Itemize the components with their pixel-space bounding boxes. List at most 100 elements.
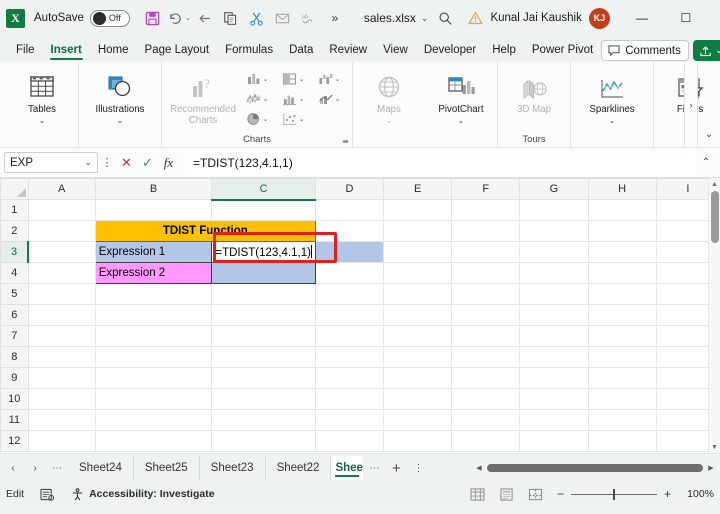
file-name-button[interactable]: sales.xlsx ⌄ xyxy=(364,11,429,25)
cell-b10[interactable] xyxy=(95,388,213,410)
cell-d7[interactable] xyxy=(315,325,385,347)
cell-b4[interactable]: Expression 2 xyxy=(94,262,213,284)
row-header-7[interactable]: 7 xyxy=(0,325,29,347)
cell-a5[interactable] xyxy=(28,283,96,305)
cell-g11[interactable] xyxy=(519,409,589,431)
cell-g8[interactable] xyxy=(519,346,589,368)
cell-d8[interactable] xyxy=(315,346,385,368)
pivotchart-dropdown-icon[interactable]: ⌄ xyxy=(458,116,465,125)
column-chart-button[interactable]: ⌄ xyxy=(239,69,275,89)
combo-chart-button[interactable]: ⌄ xyxy=(311,89,347,109)
comments-button[interactable]: Comments xyxy=(601,40,689,61)
vertical-scrollbar[interactable]: ▲ ▼ xyxy=(708,178,720,453)
cell-b9[interactable] xyxy=(95,367,213,389)
cell-e6[interactable] xyxy=(383,304,453,326)
cell-e3[interactable] xyxy=(383,241,453,263)
copy-icon[interactable] xyxy=(218,5,244,31)
column-header-e[interactable]: E xyxy=(383,178,453,200)
cell-h3[interactable] xyxy=(588,241,657,263)
row-header-8[interactable]: 8 xyxy=(0,346,29,368)
vertical-scroll-thumb[interactable] xyxy=(711,191,719,243)
column-header-d[interactable]: D xyxy=(314,178,385,200)
sheet-tab-sheet22[interactable]: Sheet22 xyxy=(266,456,332,480)
add-sheet-button[interactable]: + xyxy=(385,456,407,480)
cell-f9[interactable] xyxy=(451,367,521,389)
cell-f8[interactable] xyxy=(451,346,521,368)
cell-h6[interactable] xyxy=(588,304,657,326)
tables-button[interactable]: Tables ⌄ xyxy=(11,66,73,125)
chevron-down-icon[interactable]: ⌄ xyxy=(299,95,305,103)
sheet-tab-sheet24[interactable]: Sheet24 xyxy=(68,456,134,480)
cell-d3[interactable] xyxy=(315,241,385,263)
horizontal-scrollbar[interactable]: ◀ ▶ xyxy=(472,461,718,475)
row-header-11[interactable]: 11 xyxy=(0,409,29,431)
zoom-slider[interactable]: − + xyxy=(556,487,672,501)
cell-e7[interactable] xyxy=(383,325,453,347)
qat-overflow-button[interactable]: » xyxy=(322,5,348,31)
cell-a11[interactable] xyxy=(28,409,96,431)
save-icon[interactable] xyxy=(140,5,166,31)
avatar[interactable]: KJ xyxy=(588,7,610,29)
cell-c4[interactable] xyxy=(211,262,316,284)
cell-b12[interactable] xyxy=(95,430,213,452)
cell-g1[interactable] xyxy=(519,199,589,221)
cell-c7[interactable] xyxy=(211,325,316,347)
column-header-b[interactable]: B xyxy=(94,178,213,200)
cell-d6[interactable] xyxy=(315,304,385,326)
account-name[interactable]: Kunal Jai Kaushik xyxy=(490,12,581,24)
cell-f7[interactable] xyxy=(451,325,521,347)
zoom-in-button[interactable]: + xyxy=(663,487,672,501)
cell-d12[interactable] xyxy=(315,430,385,452)
column-header-h[interactable]: H xyxy=(587,178,657,200)
cell-f1[interactable] xyxy=(451,199,521,221)
tab-review[interactable]: Review xyxy=(321,41,375,62)
chevron-down-icon[interactable]: ⌄ xyxy=(335,95,341,103)
cell-h8[interactable] xyxy=(588,346,657,368)
row-header-2[interactable]: 2 xyxy=(0,220,29,242)
spelling-icon[interactable]: ab xyxy=(296,5,322,31)
cell-e2[interactable] xyxy=(383,220,453,242)
enter-formula-icon[interactable]: ✓ xyxy=(137,155,158,171)
cell-e9[interactable] xyxy=(383,367,453,389)
chevron-down-icon[interactable]: ⌄ xyxy=(299,115,305,123)
cell-c8[interactable] xyxy=(211,346,316,368)
zoom-track[interactable] xyxy=(571,488,657,500)
cell-b11[interactable] xyxy=(95,409,213,431)
column-header-c[interactable]: C xyxy=(211,178,316,201)
chevron-down-icon[interactable]: ⌄ xyxy=(299,75,305,83)
cell-h10[interactable] xyxy=(588,388,657,410)
cell-h11[interactable] xyxy=(588,409,657,431)
cell-e4[interactable] xyxy=(383,262,453,284)
tab-data[interactable]: Data xyxy=(281,41,321,62)
hscroll-left-button[interactable]: ◀ xyxy=(474,464,484,472)
cell-g12[interactable] xyxy=(519,430,589,452)
cell-c12[interactable] xyxy=(211,430,316,452)
tab-help[interactable]: Help xyxy=(484,41,524,62)
page-break-view-icon[interactable] xyxy=(527,487,544,502)
row-header-10[interactable]: 10 xyxy=(0,388,29,410)
expand-formula-bar-icon[interactable]: ⌃ xyxy=(696,157,716,168)
chevron-down-icon[interactable]: ⌄ xyxy=(84,157,92,168)
row-header-3[interactable]: 3 xyxy=(0,241,30,263)
cell-g9[interactable] xyxy=(519,367,589,389)
zoom-level-label[interactable]: 100% xyxy=(684,488,714,500)
undo-icon[interactable]: ⌄ xyxy=(166,5,192,31)
cell-d1[interactable] xyxy=(315,199,385,221)
hierarchy-chart-button[interactable]: ⌄ xyxy=(275,69,311,89)
cell-h7[interactable] xyxy=(588,325,657,347)
cell-d2[interactable] xyxy=(315,220,385,242)
cell-d5[interactable] xyxy=(315,283,385,305)
name-box[interactable]: EXP ⌄ xyxy=(4,152,98,173)
tables-dropdown-icon[interactable]: ⌄ xyxy=(39,116,46,125)
cell-h9[interactable] xyxy=(588,367,657,389)
cell-h5[interactable] xyxy=(588,283,657,305)
cell-b1[interactable] xyxy=(95,199,213,221)
ribbon-collapse-button[interactable]: ⌄ xyxy=(700,125,718,143)
row-header-4[interactable]: 4 xyxy=(0,262,29,284)
cell-e5[interactable] xyxy=(383,283,453,305)
statistic-chart-button[interactable]: ⌄ xyxy=(275,89,311,109)
line-chart-button[interactable]: ⌄ xyxy=(239,89,275,109)
cell-g4[interactable] xyxy=(519,262,589,284)
column-header-f[interactable]: F xyxy=(451,178,521,200)
close-button[interactable]: ✕ xyxy=(708,0,720,36)
